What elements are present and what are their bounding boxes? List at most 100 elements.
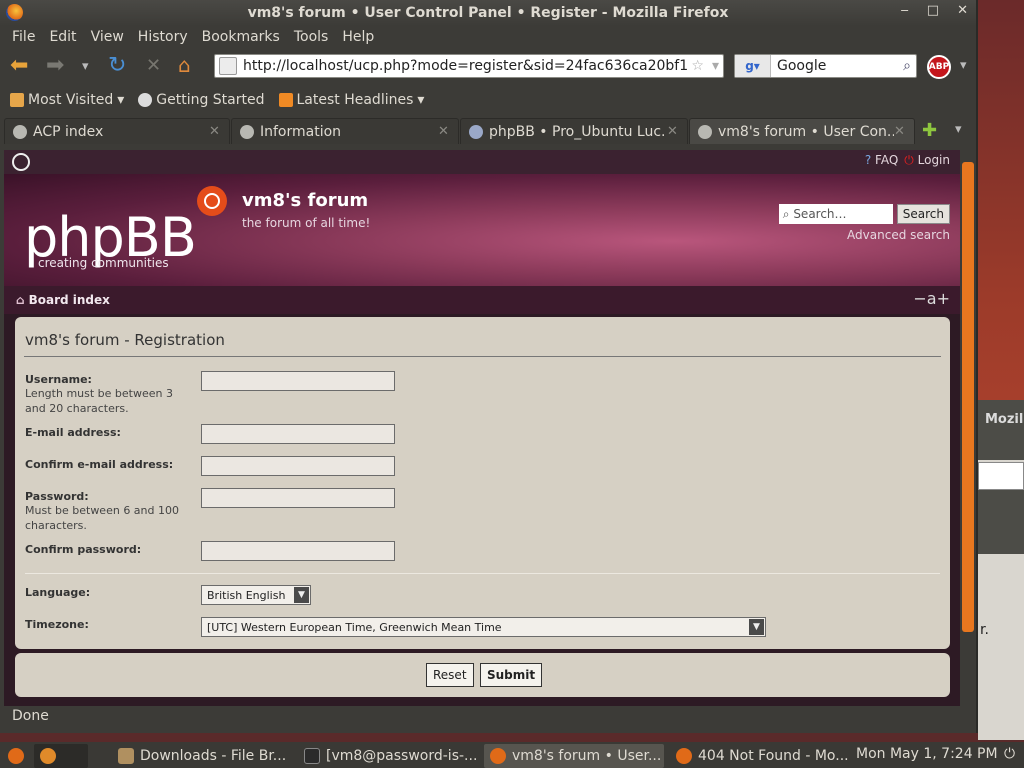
confirm-password-label: Confirm password: — [25, 543, 142, 556]
board-index-link[interactable]: ⌂ Board index — [16, 293, 110, 307]
forum-search-input[interactable]: ⌕ Search… — [778, 204, 893, 224]
search-engine-text[interactable]: Google — [771, 58, 903, 74]
url-text[interactable]: http://localhost/ucp.php?mode=register&s… — [243, 58, 687, 74]
forum-user-links: ? FAQ ⏻ Login — [865, 153, 950, 168]
menu-view[interactable]: View — [91, 29, 124, 45]
url-dropdown-icon[interactable]: ▾ — [712, 58, 719, 74]
tab-close-icon[interactable]: ✕ — [894, 124, 908, 139]
taskbar-forum[interactable]: vm8's forum • User... — [484, 744, 664, 768]
password-field[interactable] — [201, 488, 395, 508]
tab-close-icon[interactable]: ✕ — [667, 124, 681, 139]
menu-help[interactable]: Help — [342, 29, 374, 45]
site-description: the forum of all time! — [242, 216, 371, 230]
menu-file[interactable]: File — [12, 29, 35, 45]
bookmark-latest-headlines[interactable]: Latest Headlines ▾ — [278, 92, 424, 108]
language-value: British English — [207, 588, 286, 602]
bookmark-getting-started[interactable]: Getting Started — [138, 92, 265, 108]
taskbar-downloads[interactable]: Downloads - File Br... — [112, 744, 292, 768]
scrollbar-thumb[interactable] — [962, 162, 974, 632]
username-row: Username: Length must be between 3 and 2… — [25, 373, 195, 416]
email-row: E-mail address: — [25, 426, 121, 439]
ubuntu-menu-icon[interactable] — [2, 744, 30, 768]
advanced-search-link[interactable]: Advanced search — [847, 228, 950, 242]
language-row: Language: — [25, 586, 90, 599]
timezone-label: Timezone: — [25, 618, 89, 631]
language-label: Language: — [25, 586, 91, 599]
timezone-row: Timezone: — [25, 618, 89, 631]
magnifier-icon[interactable]: ⌕ — [903, 58, 911, 74]
title-bar: vm8's forum • User Control Panel • Regis… — [0, 0, 976, 26]
ubuntu-circle-logo — [197, 186, 227, 216]
username-field[interactable] — [201, 371, 395, 391]
history-dropdown-icon[interactable]: ▾ — [82, 59, 89, 74]
forum-search: ⌕ Search… Search — [778, 204, 950, 224]
toolbar-menu-icon[interactable]: ▾ — [960, 58, 967, 73]
background-window[interactable]: Mozil r. — [978, 400, 1024, 740]
taskbar-404[interactable]: 404 Not Found - Mo... — [670, 744, 850, 768]
background-window-text: r. — [980, 622, 989, 638]
form-divider — [25, 573, 940, 574]
search-bar[interactable]: g▾ Google ⌕ — [734, 54, 917, 78]
firefox-icon[interactable] — [6, 4, 23, 21]
taskbar-item-label: vm8's forum • User... — [512, 748, 662, 764]
terminal-icon — [304, 748, 320, 764]
search-engine-icon[interactable]: g▾ — [735, 55, 771, 77]
tab-acp-index[interactable]: ACP index ✕ — [4, 118, 230, 144]
tab-close-icon[interactable]: ✕ — [209, 124, 223, 139]
menu-bar: File Edit View History Bookmarks Tools H… — [0, 26, 976, 48]
forum-search-button[interactable]: Search — [896, 204, 950, 224]
menu-history[interactable]: History — [138, 29, 188, 45]
menu-bookmarks[interactable]: Bookmarks — [202, 29, 280, 45]
page-scrollbar[interactable] — [960, 150, 976, 706]
power-icon[interactable]: ⏻ — [1004, 746, 1015, 762]
minimize-icon[interactable]: ‒ — [901, 3, 909, 18]
maximize-icon[interactable]: □ — [927, 3, 939, 18]
language-select[interactable]: British English ▼ — [201, 585, 311, 605]
submit-button[interactable]: Submit — [480, 663, 543, 687]
tab-vm8-forum[interactable]: vm8's forum • User Con... ✕ — [689, 118, 915, 144]
bookmark-most-visited[interactable]: Most Visited ▾ — [10, 92, 124, 108]
home-icon: ⌂ — [16, 293, 25, 307]
tab-close-icon[interactable]: ✕ — [438, 124, 452, 139]
login-link[interactable]: ⏻ Login — [904, 153, 950, 168]
menu-tools[interactable]: Tools — [294, 29, 329, 45]
url-bar[interactable]: http://localhost/ucp.php?mode=register&s… — [214, 54, 724, 78]
tab-information[interactable]: Information ✕ — [231, 118, 459, 144]
navigation-toolbar: ⬅ ➡ ▾ ↻ ✕ ⌂ http://localhost/ucp.php?mod… — [0, 48, 976, 84]
taskbar-item-label: Downloads - File Br... — [140, 748, 287, 764]
confirm-email-field[interactable] — [201, 456, 395, 476]
tab-label: Information — [260, 123, 342, 140]
back-arrow-icon[interactable]: ⬅ — [10, 53, 28, 78]
adblock-icon[interactable]: ABP — [927, 55, 951, 79]
clock[interactable]: Mon May 1, 7:24 PM — [856, 746, 998, 762]
site-identity-icon[interactable] — [219, 57, 237, 75]
bookmark-label: Most Visited — [28, 92, 114, 108]
tab-label: ACP index — [33, 123, 104, 140]
email-field[interactable] — [201, 424, 395, 444]
home-icon[interactable]: ⌂ — [178, 53, 191, 77]
site-title: vm8's forum — [242, 190, 369, 211]
window-title: vm8's forum • User Control Panel • Regis… — [247, 5, 729, 21]
folder-icon — [10, 93, 24, 107]
new-tab-icon[interactable]: ✚ — [922, 120, 937, 141]
taskbar-terminal[interactable]: [vm8@password-is-... — [298, 744, 478, 768]
password-hint: Must be between 6 and 100 characters. — [25, 504, 179, 532]
tab-phpbb-pro-ubuntu[interactable]: phpBB • Pro_Ubuntu Luc... ✕ — [460, 118, 688, 144]
reset-button[interactable]: Reset — [426, 663, 474, 687]
bookmark-star-icon[interactable]: ☆ — [691, 58, 704, 74]
font-size-toggle[interactable]: −a+ — [913, 289, 950, 308]
firefox-icon — [490, 748, 506, 764]
tab-list-icon[interactable]: ▾ — [955, 122, 962, 137]
reload-icon[interactable]: ↻ — [108, 53, 126, 78]
show-desktop-button[interactable] — [34, 744, 88, 768]
faq-link[interactable]: ? FAQ — [865, 153, 898, 168]
chevron-down-icon: ▼ — [294, 587, 309, 603]
phpbb-logo-tagline: creating communities — [38, 256, 169, 270]
firefox-window: vm8's forum • User Control Panel • Regis… — [0, 0, 978, 733]
menu-edit[interactable]: Edit — [49, 29, 76, 45]
timezone-select[interactable]: [UTC] Western European Time, Greenwich M… — [201, 617, 766, 637]
stop-icon[interactable]: ✕ — [146, 55, 161, 76]
confirm-password-field[interactable] — [201, 541, 395, 561]
forward-arrow-icon[interactable]: ➡ — [46, 53, 64, 78]
close-icon[interactable]: ✕ — [957, 3, 968, 18]
